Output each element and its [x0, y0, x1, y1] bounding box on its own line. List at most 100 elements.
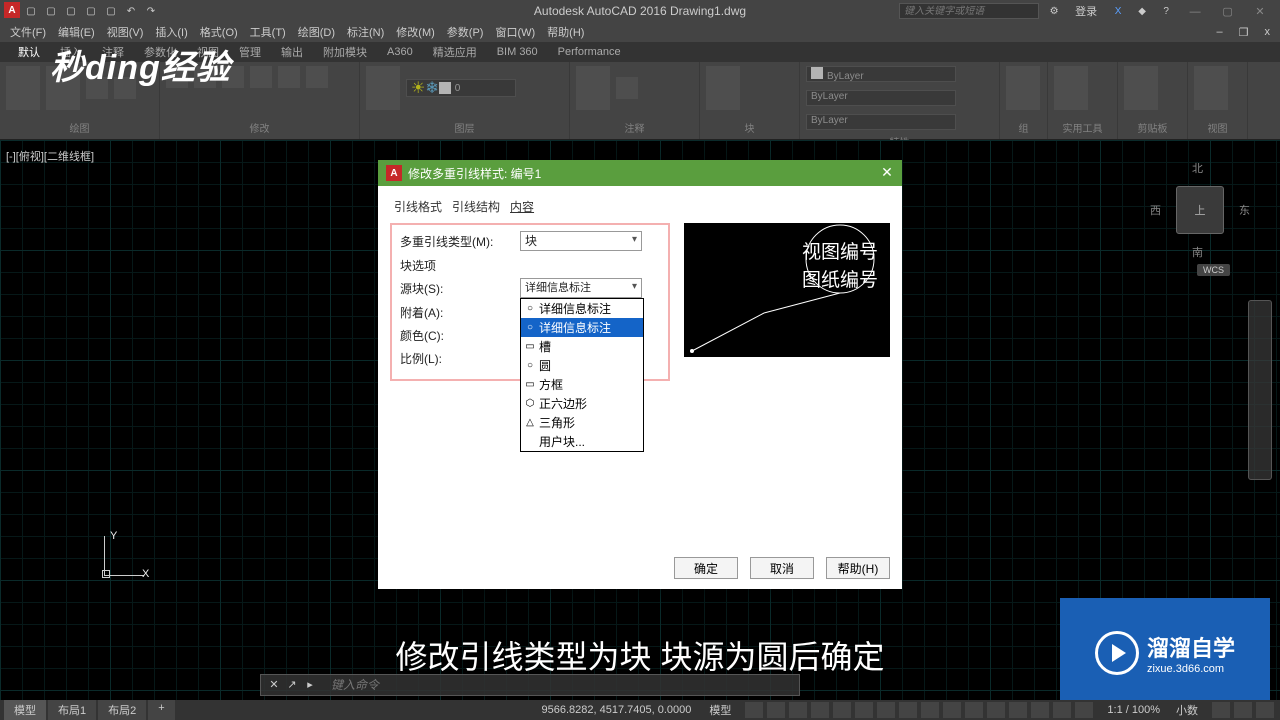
tab-leader-structure[interactable]: 引线结构: [448, 196, 504, 217]
status-scale[interactable]: 1:1 / 100%: [1099, 704, 1168, 716]
a360-icon[interactable]: ◆: [1133, 2, 1151, 20]
qat-redo-icon[interactable]: ↷: [142, 2, 160, 20]
prop-lweight-combo[interactable]: ByLayer: [806, 114, 956, 130]
status-space[interactable]: 模型: [701, 702, 739, 718]
tab-layout2[interactable]: 布局2: [98, 700, 146, 720]
menu-dimension[interactable]: 标注(N): [341, 24, 390, 40]
help-icon[interactable]: ?: [1157, 2, 1175, 20]
toggle-lwt-icon[interactable]: [921, 702, 939, 718]
help-button[interactable]: 帮助(H): [826, 557, 890, 579]
layer-combo[interactable]: ☀❄ 0: [406, 79, 516, 97]
menu-tools[interactable]: 工具(T): [244, 24, 292, 40]
menu-edit[interactable]: 编辑(E): [52, 24, 101, 40]
toggle-annomon-icon[interactable]: [1053, 702, 1071, 718]
tab-add[interactable]: +: [148, 700, 174, 720]
exchange-icon[interactable]: X: [1109, 2, 1127, 20]
command-input[interactable]: [323, 678, 799, 692]
dropdown-item-detail-callout[interactable]: ○详细信息标注: [521, 299, 643, 318]
menu-parametric[interactable]: 参数(P): [441, 24, 490, 40]
menu-draw[interactable]: 绘图(D): [292, 24, 341, 40]
mleader-type-combo[interactable]: 块: [520, 231, 642, 251]
toggle-tpy-icon[interactable]: [943, 702, 961, 718]
toggle-grid-icon[interactable]: [745, 702, 763, 718]
qat-print-icon[interactable]: ▢: [102, 2, 120, 20]
qat-saveas-icon[interactable]: ▢: [82, 2, 100, 20]
menu-format[interactable]: 格式(O): [194, 24, 244, 40]
window-close-button[interactable]: ✕: [1246, 5, 1274, 18]
ribbon-tab-a360[interactable]: A360: [377, 46, 423, 58]
viewcube-top-face[interactable]: 上: [1176, 186, 1224, 234]
ribbon-tab-view[interactable]: 视图: [187, 44, 229, 60]
dropdown-item-hexagon[interactable]: ⬡正六边形: [521, 394, 643, 413]
qat-undo-icon[interactable]: ↶: [122, 2, 140, 20]
toggle-isolate-icon[interactable]: [1256, 702, 1274, 718]
toggle-otrack-icon[interactable]: [877, 702, 895, 718]
dropdown-item-circle[interactable]: ○圆: [521, 356, 643, 375]
menu-modify[interactable]: 修改(M): [390, 24, 441, 40]
tab-content[interactable]: 内容: [506, 196, 538, 217]
menu-help[interactable]: 帮助(H): [541, 24, 590, 40]
ribbon-tab-addins[interactable]: 附加模块: [313, 44, 377, 60]
menu-insert[interactable]: 插入(I): [149, 24, 193, 40]
source-block-combo[interactable]: 详细信息标注 ○详细信息标注 ○详细信息标注 ▭槽 ○圆 ▭方框 ⬡正六边形 △…: [520, 278, 642, 298]
account-signin[interactable]: 登录: [1069, 3, 1103, 19]
toggle-clean-icon[interactable]: [1234, 702, 1252, 718]
toggle-osnap-icon[interactable]: [833, 702, 851, 718]
infocenter-icon[interactable]: ⚙: [1045, 2, 1063, 20]
command-line[interactable]: ✕ ↗ ▸: [260, 674, 800, 696]
toggle-customize-icon[interactable]: [1212, 702, 1230, 718]
toggle-ortho-icon[interactable]: [789, 702, 807, 718]
ribbon-tab-featured[interactable]: 精选应用: [423, 44, 487, 60]
cancel-button[interactable]: 取消: [750, 557, 814, 579]
viewport-label[interactable]: [-][俯视][二维线框]: [6, 148, 94, 164]
viewcube[interactable]: 北 南 西 东 上: [1150, 160, 1250, 260]
doc-minimize-button[interactable]: –: [1211, 26, 1229, 39]
ribbon-tab-annotate[interactable]: 注释: [92, 44, 134, 60]
menu-view[interactable]: 视图(V): [101, 24, 150, 40]
ok-button[interactable]: 确定: [674, 557, 738, 579]
menu-window[interactable]: 窗口(W): [489, 24, 541, 40]
prop-color-combo[interactable]: ByLayer: [806, 66, 956, 82]
dropdown-item-detail-callout-2[interactable]: ○详细信息标注: [521, 318, 643, 337]
dialog-close-button[interactable]: ✕: [878, 164, 896, 181]
ribbon-tab-default[interactable]: 默认: [8, 44, 50, 60]
wcs-label[interactable]: WCS: [1197, 264, 1230, 276]
toggle-snap-icon[interactable]: [767, 702, 785, 718]
qat-save-icon[interactable]: ▢: [62, 2, 80, 20]
window-maximize-button[interactable]: ▢: [1214, 5, 1242, 18]
ribbon-tab-parametric[interactable]: 参数化: [134, 44, 187, 60]
toggle-polar-icon[interactable]: [811, 702, 829, 718]
toggle-sc-icon[interactable]: [987, 702, 1005, 718]
help-search-input[interactable]: [899, 3, 1039, 19]
cmd-close-icon[interactable]: ✕: [267, 678, 281, 692]
toggle-anno-icon[interactable]: [1009, 702, 1027, 718]
ribbon-tab-bim360[interactable]: BIM 360: [487, 46, 548, 58]
qat-open-icon[interactable]: ▢: [42, 2, 60, 20]
doc-restore-button[interactable]: ❐: [1233, 26, 1255, 39]
prop-ltype-combo[interactable]: ByLayer: [806, 90, 956, 106]
menu-file[interactable]: 文件(F): [4, 24, 52, 40]
ribbon-tab-output[interactable]: 输出: [271, 44, 313, 60]
doc-close-button[interactable]: x: [1259, 26, 1277, 39]
ribbon-tab-manage[interactable]: 管理: [229, 44, 271, 60]
ribbon-tab-insert[interactable]: 插入: [50, 44, 92, 60]
tab-leader-format[interactable]: 引线格式: [390, 196, 446, 217]
window-minimize-button[interactable]: —: [1181, 6, 1209, 18]
cmd-recent-icon[interactable]: ↗: [285, 678, 299, 692]
toggle-ws-icon[interactable]: [1031, 702, 1049, 718]
dropdown-item-slot[interactable]: ▭槽: [521, 337, 643, 356]
tab-model[interactable]: 模型: [4, 700, 46, 720]
dialog-titlebar[interactable]: A 修改多重引线样式: 编号1 ✕: [378, 160, 902, 186]
toggle-qp-icon[interactable]: [965, 702, 983, 718]
toggle-units-icon[interactable]: [1075, 702, 1093, 718]
status-decimal[interactable]: 小数: [1168, 702, 1206, 718]
navigation-bar[interactable]: [1248, 300, 1272, 480]
dropdown-item-box[interactable]: ▭方框: [521, 375, 643, 394]
ribbon-tab-performance[interactable]: Performance: [548, 46, 631, 58]
toggle-3dosnap-icon[interactable]: [855, 702, 873, 718]
dropdown-item-user-block[interactable]: 用户块...: [521, 432, 643, 451]
qat-new-icon[interactable]: ▢: [22, 2, 40, 20]
dropdown-item-triangle[interactable]: △三角形: [521, 413, 643, 432]
toggle-dyn-icon[interactable]: [899, 702, 917, 718]
tab-layout1[interactable]: 布局1: [48, 700, 96, 720]
